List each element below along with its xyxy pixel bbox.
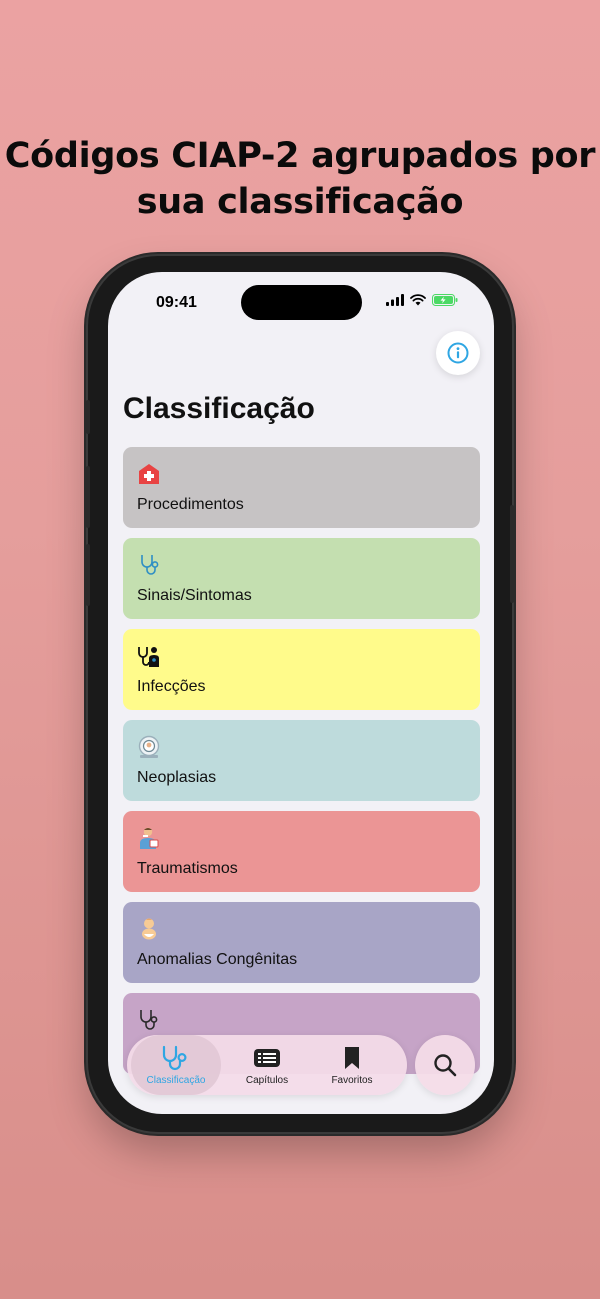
- search-button[interactable]: [415, 1035, 475, 1095]
- dynamic-island: [241, 285, 362, 320]
- doctor-icon: [138, 647, 159, 667]
- hospital-icon: [139, 464, 159, 484]
- side-button-left-3: [86, 544, 90, 606]
- category-list: Procedimentos Sinais/Sintomas Infecções: [123, 447, 480, 1084]
- category-label: Neoplasias: [137, 769, 217, 786]
- tab-label: Classificação: [146, 1075, 206, 1086]
- category-card-procedimentos[interactable]: Procedimentos: [123, 447, 480, 528]
- wifi-icon: [410, 294, 426, 306]
- page-title: Classificação: [123, 392, 315, 425]
- bookmark-icon: [345, 1047, 359, 1069]
- category-card-neoplasias[interactable]: Neoplasias: [123, 720, 480, 801]
- category-card-infeccoes[interactable]: Infecções: [123, 629, 480, 710]
- promo-headline: Códigos CIAP-2 agrupados por sua classif…: [0, 133, 600, 225]
- category-label: Sinais/Sintomas: [137, 587, 252, 604]
- category-label: Procedimentos: [137, 496, 244, 513]
- headline-line-1: Códigos CIAP-2 agrupados por: [4, 136, 596, 176]
- category-label: Anomalias Congênitas: [137, 951, 298, 968]
- injured-person-icon: [140, 827, 159, 849]
- list-icon: [254, 1049, 280, 1067]
- status-time: 09:41: [156, 294, 197, 311]
- baby-icon: [142, 918, 156, 940]
- stethoscope-icon: [140, 1010, 158, 1030]
- category-card-sinais-sintomas[interactable]: Sinais/Sintomas: [123, 538, 480, 619]
- category-card-anomalias-congenitas[interactable]: Anomalias Congênitas: [123, 902, 480, 983]
- stethoscope-icon: [141, 555, 159, 575]
- side-button-right: [510, 505, 514, 603]
- tab-favoritos[interactable]: Favoritos: [307, 1035, 397, 1095]
- signal-icon: [386, 294, 404, 306]
- headline-line-2: sua classificação: [136, 182, 464, 222]
- side-button-left-1: [86, 400, 90, 434]
- tab-label: Favoritos: [331, 1075, 373, 1086]
- category-label: Infecções: [137, 678, 206, 695]
- info-icon: [447, 342, 469, 364]
- status-icons: [386, 294, 458, 306]
- category-label: Traumatismos: [137, 860, 238, 877]
- stethoscope-icon: [162, 1045, 187, 1071]
- mri-scanner-icon: [138, 735, 160, 758]
- search-icon: [434, 1054, 457, 1077]
- tab-capitulos[interactable]: Capítulos: [222, 1035, 312, 1095]
- category-card-traumatismos[interactable]: Traumatismos: [123, 811, 480, 892]
- app-screen: 09:41 Classificação Procedimentos Sinais…: [108, 272, 494, 1114]
- side-button-left-2: [86, 466, 90, 528]
- tab-label: Capítulos: [245, 1075, 289, 1086]
- info-button[interactable]: [436, 331, 480, 375]
- tab-classificacao[interactable]: Classificação: [131, 1035, 221, 1095]
- tab-bar: Classificação Capítulos Favoritos: [127, 1035, 407, 1095]
- battery-charging-icon: [432, 294, 458, 306]
